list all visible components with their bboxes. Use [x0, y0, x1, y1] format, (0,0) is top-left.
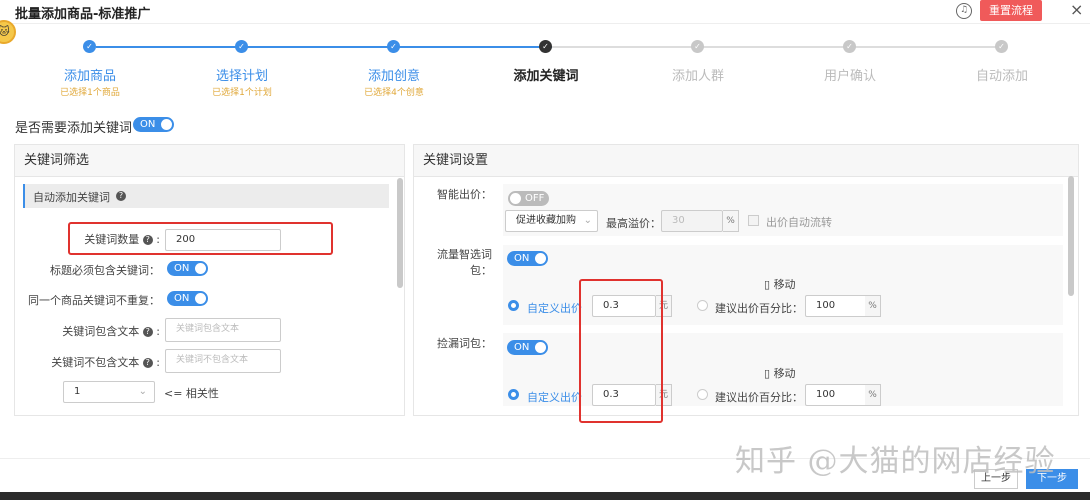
bid-strategy-value: 促进收藏加购 — [516, 215, 576, 226]
keyword-settings-title: 关键词设置 — [414, 145, 1078, 177]
stepper-progress-line — [96, 46, 552, 48]
leak-suggest-radio[interactable] — [697, 389, 708, 400]
relevance-value: 1 — [74, 386, 81, 397]
step-3-sub: 已选择4个创意 — [364, 88, 424, 98]
auto-add-section-title: 自动添加关键词 — [33, 191, 110, 204]
custom-bid-highlight — [579, 279, 663, 423]
keyword-count-highlight — [68, 222, 333, 255]
step-5-label: 添加人群 — [671, 69, 724, 84]
relevance-label: <= 相关性 — [164, 387, 219, 400]
percent-unit: % — [723, 210, 739, 232]
help-icon: ? — [142, 358, 153, 368]
step-3-label[interactable]: 添加创意 — [334, 65, 454, 84]
chevron-down-icon: ⌄ — [583, 215, 592, 226]
step-1-sub: 已选择1个商品 — [60, 88, 120, 98]
step-4-label[interactable]: 添加关键词 — [486, 65, 606, 84]
traffic-custom-radio[interactable] — [508, 300, 519, 311]
auto-add-section-header: 自动添加关键词 ? — [23, 184, 389, 208]
title-must-toggle[interactable]: ON — [167, 261, 208, 276]
mobile-icon: ▯ — [764, 367, 771, 380]
leak-device-label: 移动 — [773, 367, 796, 380]
step-2-label[interactable]: 选择计划 — [182, 65, 302, 84]
traffic-toggle[interactable]: ON — [507, 251, 548, 266]
step-3-check-icon: ✓ — [387, 40, 400, 53]
traffic-suggest-radio[interactable] — [697, 300, 708, 311]
help-icon: ? — [142, 327, 153, 337]
title-must-label: 标题必须包含关键词： — [50, 264, 160, 277]
step-1-check-icon: ✓ — [83, 40, 96, 53]
exclude-text-label: 关键词不包含文本 — [51, 356, 140, 369]
stepper-remaining-line — [552, 46, 1002, 48]
right-scrollbar[interactable] — [1068, 176, 1074, 296]
smart-bid-label: 智能出价： — [437, 188, 492, 201]
leak-device: ▯ 移动 — [764, 365, 796, 381]
step-7-label: 自动添加 — [975, 69, 1028, 84]
batch-add-modal: 批量添加商品-标准推广 ♫ 重置流程 × 🐱 ✓ 添加商品 已选择1个商品 ✓ … — [0, 0, 1090, 492]
watermark: 知乎 @大猫的网店经验 — [735, 444, 1056, 479]
headset-icon[interactable]: ♫ — [956, 3, 972, 19]
mobile-icon: ▯ — [764, 278, 771, 291]
leak-toggle[interactable]: ON — [507, 340, 548, 355]
leak-custom-radio[interactable] — [508, 389, 519, 400]
step-6-label: 用户确认 — [823, 69, 876, 84]
step-7-check-icon: ✓ — [995, 40, 1008, 53]
step-6-check-icon: ✓ — [843, 40, 856, 53]
step-4-check-icon: ✓ — [539, 40, 552, 53]
help-icon: ? — [116, 191, 126, 201]
include-text-label: 关键词包含文本 — [62, 325, 140, 338]
close-icon[interactable]: × — [1070, 0, 1083, 20]
traffic-suggest-input[interactable]: 100 — [805, 295, 867, 317]
step-2-sub: 已选择1个计划 — [212, 88, 272, 98]
max-premium-input[interactable]: 30 — [661, 210, 723, 232]
leak-label: 捡漏词包： — [437, 337, 492, 350]
step-1-label[interactable]: 添加商品 — [30, 65, 150, 84]
leak-suggest-label: 建议出价百分比： — [715, 391, 803, 404]
no-repeat-toggle[interactable]: ON — [167, 291, 208, 306]
percent-unit: % — [865, 384, 881, 406]
traffic-custom-label: 自定义出价 — [527, 302, 582, 315]
auto-flow-checkbox[interactable] — [748, 215, 759, 226]
modal-titlebar: 批量添加商品-标准推广 ♫ 重置流程 × — [0, 0, 1090, 24]
exclude-text-label-wrap: 关键词不包含文本 ? : — [51, 356, 160, 369]
chevron-down-icon: ⌄ — [138, 386, 147, 397]
max-premium-label: 最高溢价： — [606, 217, 661, 230]
step-2-check-icon: ✓ — [235, 40, 248, 53]
exclude-text-input[interactable]: 关键词不包含文本 — [165, 349, 281, 373]
include-text-label-wrap: 关键词包含文本 ? : — [62, 325, 160, 338]
smart-bid-toggle[interactable]: OFF — [508, 191, 549, 206]
bid-strategy-select[interactable]: 促进收藏加购 ⌄ — [505, 210, 598, 232]
traffic-label: 流量智选词包： — [437, 248, 492, 277]
traffic-device-label: 移动 — [773, 278, 796, 291]
need-keywords-toggle[interactable]: ON — [133, 117, 174, 132]
left-scrollbar[interactable] — [397, 178, 403, 288]
traffic-device: ▯ 移动 — [764, 276, 796, 292]
percent-unit: % — [865, 295, 881, 317]
step-5-check-icon: ✓ — [691, 40, 704, 53]
background-strip — [0, 492, 1090, 500]
traffic-suggest-label: 建议出价百分比： — [715, 302, 803, 315]
keyword-filter-title: 关键词筛选 — [15, 145, 404, 177]
include-text-input[interactable]: 关键词包含文本 — [165, 318, 281, 342]
auto-flow-label: 出价自动流转 — [766, 216, 832, 229]
modal-title: 批量添加商品-标准推广 — [15, 7, 151, 22]
leak-custom-label: 自定义出价 — [527, 391, 582, 404]
reset-flow-button[interactable]: 重置流程 — [980, 0, 1042, 21]
leak-suggest-input[interactable]: 100 — [805, 384, 867, 406]
need-keywords-label: 是否需要添加关键词 — [15, 121, 133, 136]
relevance-select[interactable]: 1 ⌄ — [63, 381, 155, 403]
no-repeat-label: 同一个商品关键词不重复： — [28, 294, 160, 307]
